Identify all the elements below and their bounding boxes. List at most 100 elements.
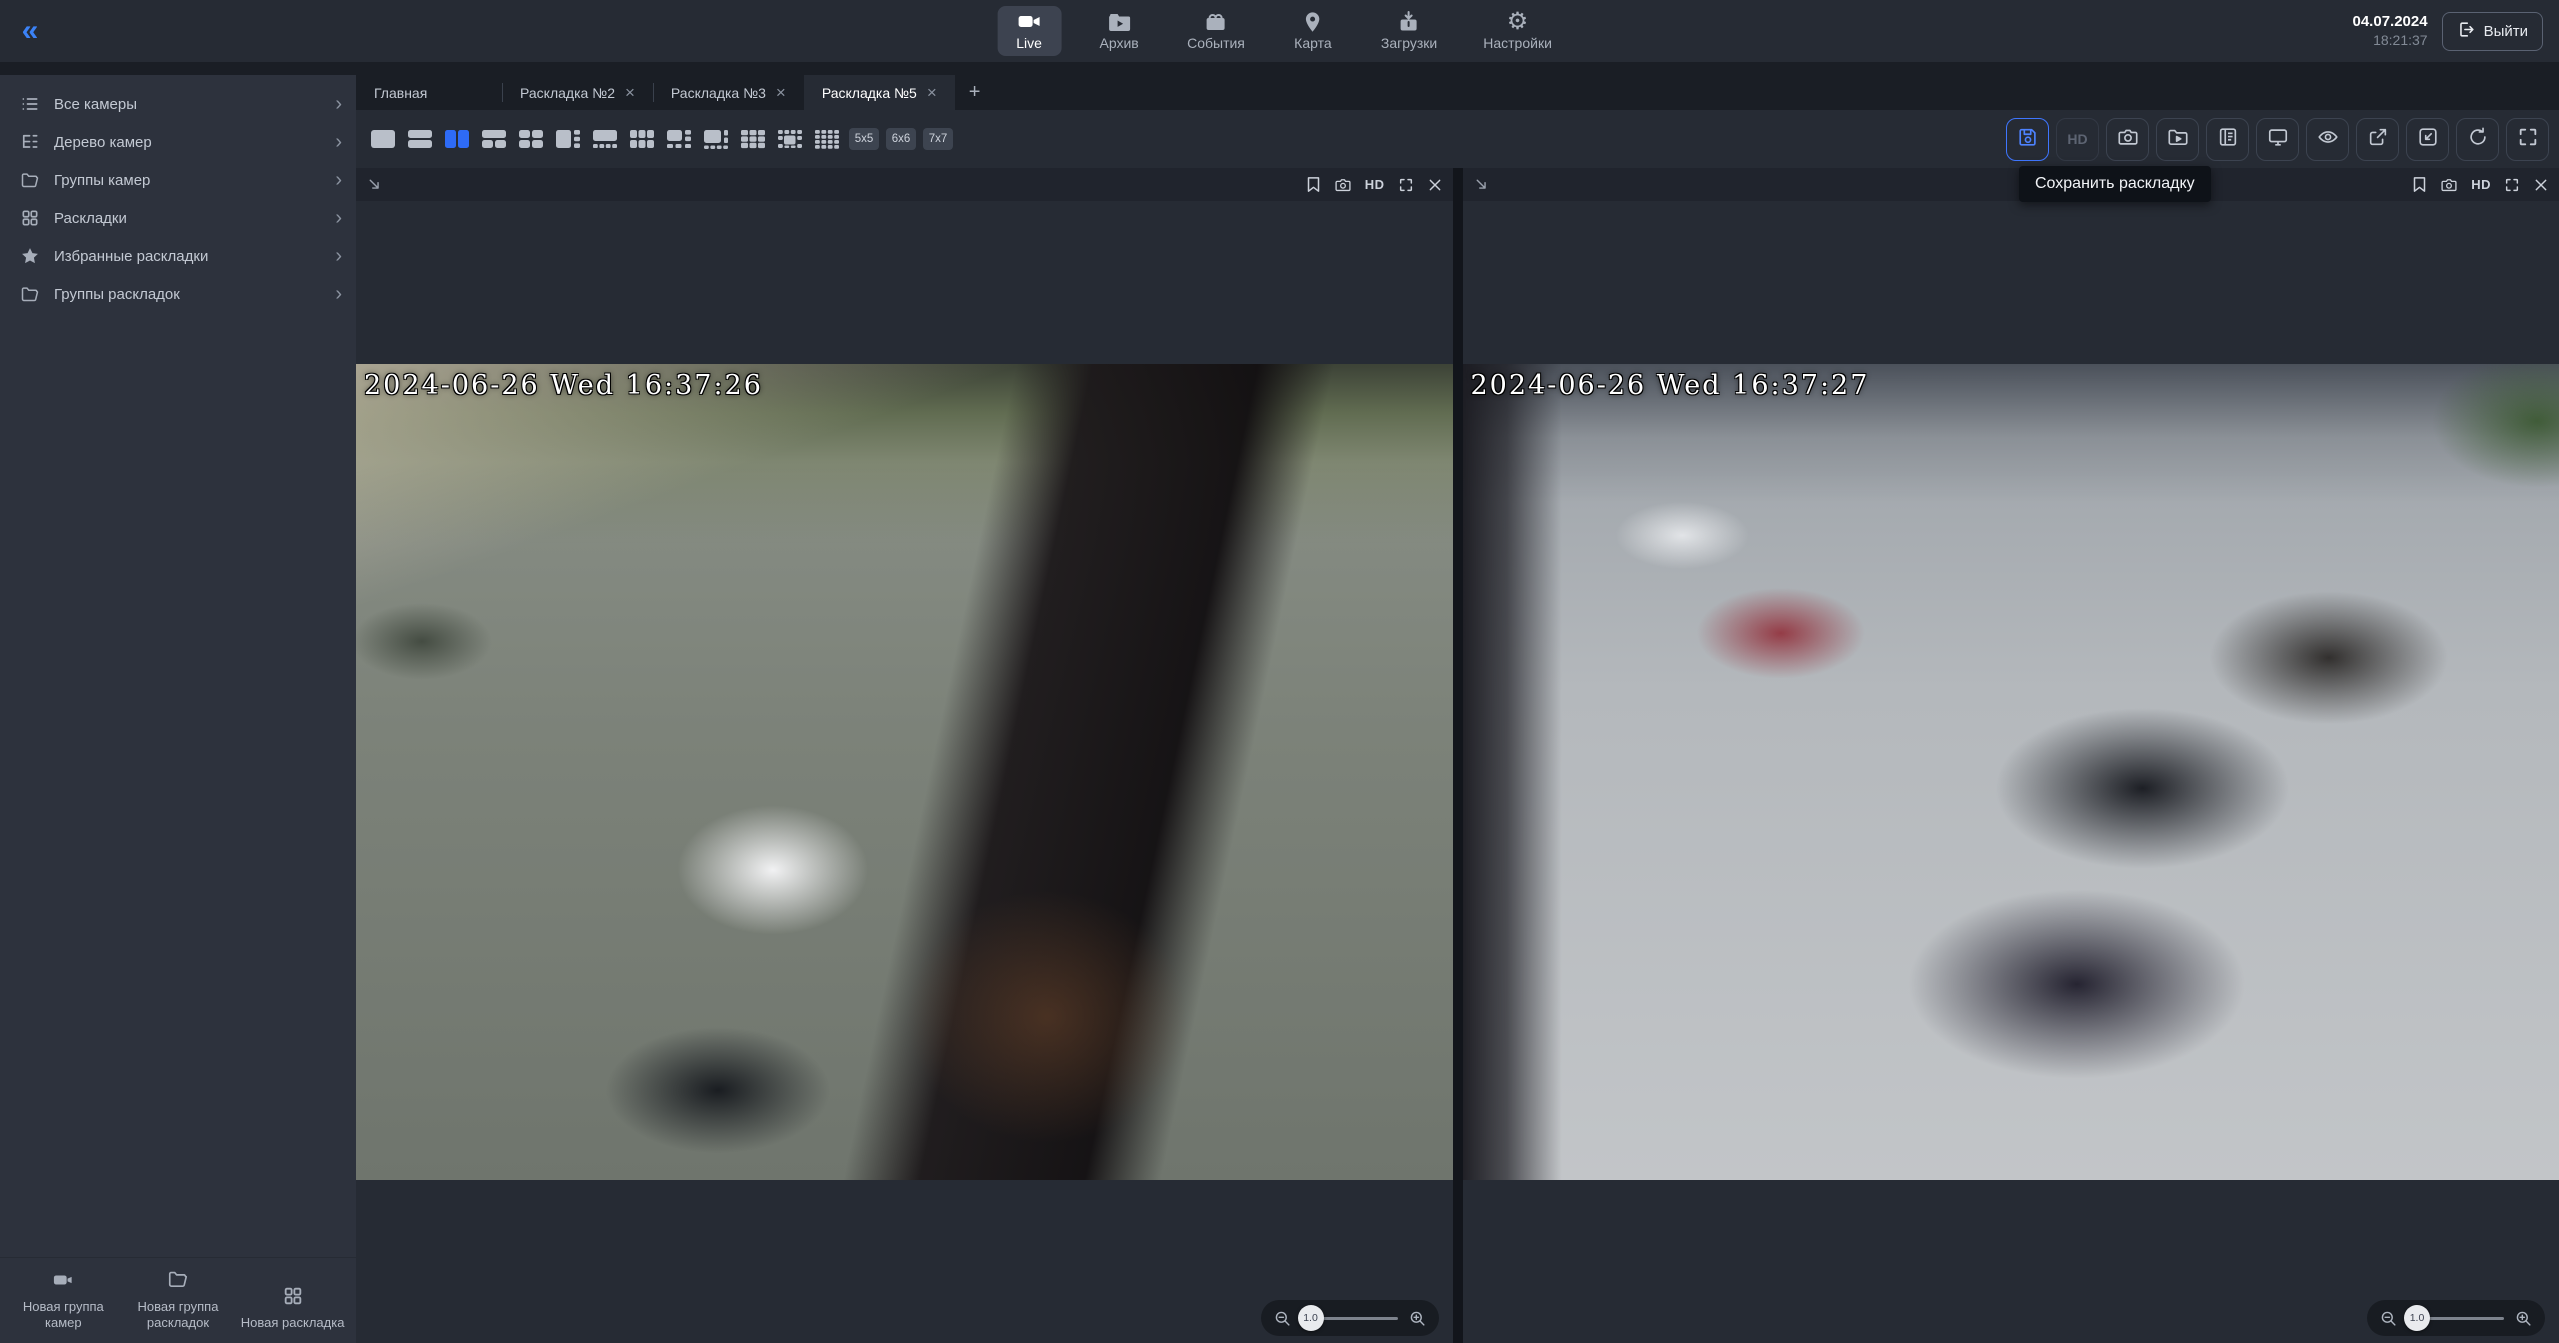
layout-4x4-button[interactable] <box>812 126 842 152</box>
layout-5x5-button[interactable]: 5x5 <box>849 128 879 150</box>
camera-groups-folder-icon <box>18 170 42 190</box>
new-layout-group-button[interactable]: Новая группа раскладок <box>123 1268 233 1331</box>
sidebar-item-camera-groups[interactable]: Группы камер › <box>0 161 356 199</box>
resize-diagonal-icon[interactable] <box>1473 176 1490 193</box>
logout-icon <box>2457 20 2476 43</box>
layout-3x3-button[interactable] <box>738 126 768 152</box>
refresh-button[interactable] <box>2456 118 2499 161</box>
sidebar-items: Все камеры › Дерево камер › Группы камер… <box>0 75 356 313</box>
add-tab-button[interactable]: + <box>955 75 995 110</box>
layout-1-plus-2-button[interactable] <box>479 126 509 152</box>
tab-label: Раскладка №2 <box>520 85 615 101</box>
collapse-sidebar-icon[interactable]: « <box>0 1 60 61</box>
nav-live[interactable]: Live <box>997 6 1061 56</box>
snapshot-icon[interactable] <box>1334 177 1352 193</box>
layout-center-big-button[interactable] <box>775 126 805 152</box>
new-layout-group-icon <box>166 1268 190 1294</box>
fullscreen-icon <box>2517 126 2539 153</box>
tab-layout-2[interactable]: Раскладка №2 × <box>502 75 653 110</box>
export-button[interactable] <box>2356 118 2399 161</box>
bookmark-icon[interactable] <box>1306 176 1321 193</box>
resize-diagonal-icon[interactable] <box>366 176 383 193</box>
layouts-grid-icon <box>18 208 42 228</box>
hd-toggle[interactable]: HD <box>2471 177 2491 192</box>
layout-2x2-button[interactable] <box>516 126 546 152</box>
camera-timestamp-overlay: 2024-06-26 Wed 16:37:27 <box>1471 370 1870 401</box>
hd-quality-button[interactable]: HD <box>2056 118 2099 161</box>
layout-3x2-button[interactable] <box>627 126 657 152</box>
collapse-view-button[interactable] <box>2406 118 2449 161</box>
archive-folder-icon <box>2167 126 2189 153</box>
nav-label: Live <box>1016 35 1042 51</box>
sidebar-item-layout-groups[interactable]: Группы раскладок › <box>0 275 356 313</box>
sidebar-item-all-cameras[interactable]: Все камеры › <box>0 85 356 123</box>
save-icon <box>2017 126 2039 153</box>
camera-video-courtyard[interactable]: 2024-06-26 Wed 16:37:26 <box>356 364 1453 1180</box>
tab-layout-5[interactable]: Раскладка №5 × <box>804 75 955 110</box>
nav-label: Загрузки <box>1381 35 1437 51</box>
panel-close-icon[interactable] <box>1427 177 1443 193</box>
button-label: Новая раскладка <box>241 1315 345 1331</box>
refresh-icon <box>2467 126 2489 153</box>
map-pin-icon <box>1302 11 1324 33</box>
layout-6x6-button[interactable]: 6x6 <box>886 128 916 150</box>
panel-close-icon[interactable] <box>2533 177 2549 193</box>
events-icon <box>1204 11 1228 33</box>
layout-1-button[interactable] <box>368 126 398 152</box>
zoom-out-icon[interactable] <box>1273 1309 1292 1328</box>
tab-home[interactable]: Главная <box>356 75 502 110</box>
zoom-in-icon[interactable] <box>2514 1309 2533 1328</box>
zoom-out-icon[interactable] <box>2379 1309 2398 1328</box>
display-button[interactable] <box>2256 118 2299 161</box>
camera-video-parking[interactable]: 2024-06-26 Wed 16:37:27 <box>1463 364 2559 1180</box>
zoom-slider[interactable]: 1.0 <box>2408 1317 2504 1320</box>
tab-close-icon[interactable]: × <box>625 84 635 101</box>
layout-7x7-button[interactable]: 7x7 <box>923 128 953 150</box>
camera-panel-2: HD 2024-06-26 Wed 16:37:27 1.0 <box>1463 168 2559 1343</box>
camera-panel-body: 2024-06-26 Wed 16:37:26 1.0 <box>356 201 1453 1343</box>
layout-big-corner-7-button[interactable] <box>701 126 731 152</box>
layout-2-cols-button[interactable] <box>442 126 472 152</box>
sidebar-item-label: Группы камер <box>54 172 323 189</box>
tab-close-icon[interactable]: × <box>927 84 937 101</box>
panel-fullscreen-icon[interactable] <box>1398 177 1414 193</box>
screenshot-button[interactable] <box>2106 118 2149 161</box>
zoom-slider[interactable]: 1.0 <box>1302 1317 1398 1320</box>
new-layout-button[interactable]: Новая раскладка <box>238 1285 348 1332</box>
downloads-icon <box>1397 11 1421 33</box>
panel-fullscreen-icon[interactable] <box>2504 177 2520 193</box>
nav-archive[interactable]: Архив <box>1087 6 1151 56</box>
layout-big-corner-5-button[interactable] <box>664 126 694 152</box>
sidebar-item-favorite-layouts[interactable]: Избранные раскладки › <box>0 237 356 275</box>
fullscreen-button[interactable] <box>2506 118 2549 161</box>
zoom-slider-handle[interactable]: 1.0 <box>1298 1305 1324 1331</box>
sidebar-item-label: Дерево камер <box>54 134 323 151</box>
nav-settings[interactable]: ⚙ Настройки <box>1473 6 1562 56</box>
tab-layout-3[interactable]: Раскладка №3 × <box>653 75 804 110</box>
camera-panel-header: HD <box>356 168 1453 201</box>
sidebar-item-camera-tree[interactable]: Дерево камер › <box>0 123 356 161</box>
layout-1-plus-4-button[interactable] <box>590 126 620 152</box>
nav-map[interactable]: Карта <box>1281 6 1345 56</box>
top-bar: « Live Архив События <box>0 0 2559 62</box>
zoom-in-icon[interactable] <box>1408 1309 1427 1328</box>
nav-events[interactable]: События <box>1177 6 1255 56</box>
sidebar-item-layouts[interactable]: Раскладки › <box>0 199 356 237</box>
snapshot-icon[interactable] <box>2440 177 2458 193</box>
new-camera-group-button[interactable]: Новая группа камер <box>8 1270 118 1331</box>
panel-header-actions: HD <box>1306 176 1443 193</box>
journal-button[interactable] <box>2206 118 2249 161</box>
zoom-slider-handle[interactable]: 1.0 <box>2404 1305 2430 1331</box>
nav-downloads[interactable]: Загрузки <box>1371 6 1447 56</box>
hd-toggle[interactable]: HD <box>1365 177 1385 192</box>
logout-button[interactable]: Выйти <box>2442 12 2543 51</box>
tab-close-icon[interactable]: × <box>776 84 786 101</box>
view-button[interactable] <box>2306 118 2349 161</box>
journal-icon <box>2217 126 2239 153</box>
layout-2-rows-button[interactable] <box>405 126 435 152</box>
bookmark-icon[interactable] <box>2412 176 2427 193</box>
layout-big-left-button[interactable] <box>553 126 583 152</box>
topbar-divider <box>0 62 2559 75</box>
save-layout-button[interactable]: Сохранить раскладку <box>2006 118 2049 161</box>
archive-view-button[interactable] <box>2156 118 2199 161</box>
